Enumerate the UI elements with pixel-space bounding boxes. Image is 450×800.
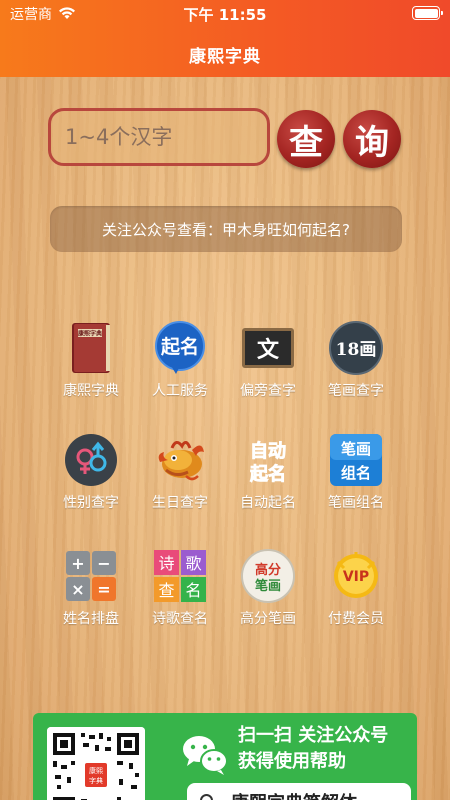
grid-item-label: 诗歌查名	[152, 611, 208, 627]
stroke-name-text-top: 笔画	[341, 440, 371, 458]
wechat-promo-banner[interactable]: 康熙 字典 扫一扫 关注公众号 获得使用帮助 康熙字典笔解体	[33, 713, 417, 800]
qiming-text: 起名	[160, 335, 199, 358]
search-input[interactable]	[48, 108, 270, 166]
svg-text:×: ×	[71, 580, 84, 599]
poem-tiles-icon: 诗 歌 查 名	[154, 550, 206, 602]
auto-name-text-bottom: 起名	[249, 463, 286, 485]
grid-item-label: 姓名排盘	[63, 611, 119, 627]
grid-item-radical-lookup[interactable]: 文 偏旁查字	[223, 320, 313, 410]
stroke-name-text-bottom: 组名	[341, 464, 371, 482]
qr-code-icon[interactable]: 康熙 字典	[47, 727, 145, 800]
status-bar: 运营商 下午 11:55	[0, 0, 450, 26]
grid-item-poem-naming[interactable]: 诗 歌 查 名 诗歌查名	[135, 548, 225, 638]
promo-search-box[interactable]: 康熙字典笔解体	[187, 783, 411, 800]
promo-line-1: 扫一扫 关注公众号	[238, 725, 389, 746]
search-icon	[200, 794, 213, 800]
search-button-cha[interactable]: 查	[277, 110, 335, 168]
auto-name-text-top: 自动	[250, 440, 286, 462]
page-title: 康熙字典	[189, 47, 261, 67]
svg-text:−: −	[97, 554, 110, 573]
promo-search-text: 康熙字典笔解体	[231, 789, 357, 800]
top-bar: 运营商 下午 11:55 康熙字典	[0, 0, 450, 77]
qiming-badge-icon: 起名	[155, 321, 205, 374]
search-button-xun[interactable]: 询	[343, 110, 401, 168]
grid-item-label: 人工服务	[152, 383, 208, 399]
calculator-icon: + − × =	[66, 551, 116, 601]
grid-item-birthday-lookup[interactable]: 生日查字	[135, 432, 225, 522]
grid-item-label: 偏旁查字	[240, 383, 296, 399]
battery-icon	[412, 6, 443, 20]
grid-item-stroke-lookup[interactable]: 18画 笔画查字	[311, 320, 401, 410]
grid-item-label: 笔画组名	[328, 495, 384, 511]
svg-text:=: =	[97, 580, 110, 599]
notice-banner[interactable]: 关注公众号查看：甲木身旺如何起名?	[50, 206, 402, 252]
grid-item-kangxi-dictionary[interactable]: 康熙字典 康熙字典	[46, 320, 136, 410]
high-score-text-top: 高分	[255, 562, 281, 578]
grid-item-label: 自动起名	[240, 495, 296, 511]
qr-center-text-top: 康熙	[89, 766, 103, 775]
poem-tile-2: 歌	[185, 554, 201, 573]
grid-item-label: 性别查字	[63, 495, 119, 511]
grid-item-auto-naming[interactable]: 自动 起名 自动起名	[223, 432, 313, 522]
poem-tile-4: 名	[185, 581, 201, 600]
auto-name-icon: 自动 起名	[249, 440, 287, 486]
book-icon: 康熙字典	[72, 323, 110, 373]
poem-tile-1: 诗	[158, 554, 174, 573]
stroke-18-text: 18画	[336, 340, 377, 360]
grid-item-label: 高分笔画	[240, 611, 296, 627]
grid-item-label: 康熙字典	[63, 383, 119, 399]
blackboard-text: 文	[257, 337, 280, 363]
grid-item-label: 付费会员	[328, 611, 384, 627]
blackboard-icon: 文	[242, 328, 294, 368]
grid-item-label: 生日查字	[152, 495, 208, 511]
promo-text: 扫一扫 关注公众号 获得使用帮助	[238, 723, 388, 775]
vip-text: VIP	[343, 569, 369, 585]
promo-line-2: 获得使用帮助	[238, 751, 346, 772]
high-score-icon: 高分 笔画	[241, 549, 295, 603]
high-score-text-bottom: 笔画	[255, 578, 281, 594]
stroke-name-icon: 笔画 组名	[330, 434, 382, 486]
stroke-18-icon: 18画	[329, 321, 383, 375]
grid-item-paid-member[interactable]: VIP 付费会员	[311, 548, 401, 638]
wechat-icon	[183, 736, 228, 775]
grid-item-high-score-strokes[interactable]: 高分 笔画 高分笔画	[223, 548, 313, 638]
clock: 下午 11:55	[183, 6, 267, 24]
book-cover-text: 康熙字典	[77, 330, 102, 338]
grid-item-manual-service[interactable]: 起名 人工服务	[135, 320, 225, 410]
svg-text:+: +	[71, 554, 84, 573]
grid-item-label: 笔画查字	[328, 383, 384, 399]
grid-item-gender-lookup[interactable]: 性别查字	[46, 432, 136, 522]
gender-icon	[65, 434, 117, 486]
dragon-icon	[158, 441, 204, 481]
grid-item-name-chart[interactable]: + − × = 姓名排盘	[46, 548, 136, 638]
vip-icon: VIP	[334, 552, 378, 598]
qr-center-text-bottom: 字典	[89, 776, 103, 785]
grid-item-stroke-naming[interactable]: 笔画 组名 笔画组名	[311, 432, 401, 522]
poem-tile-3: 查	[158, 581, 174, 600]
